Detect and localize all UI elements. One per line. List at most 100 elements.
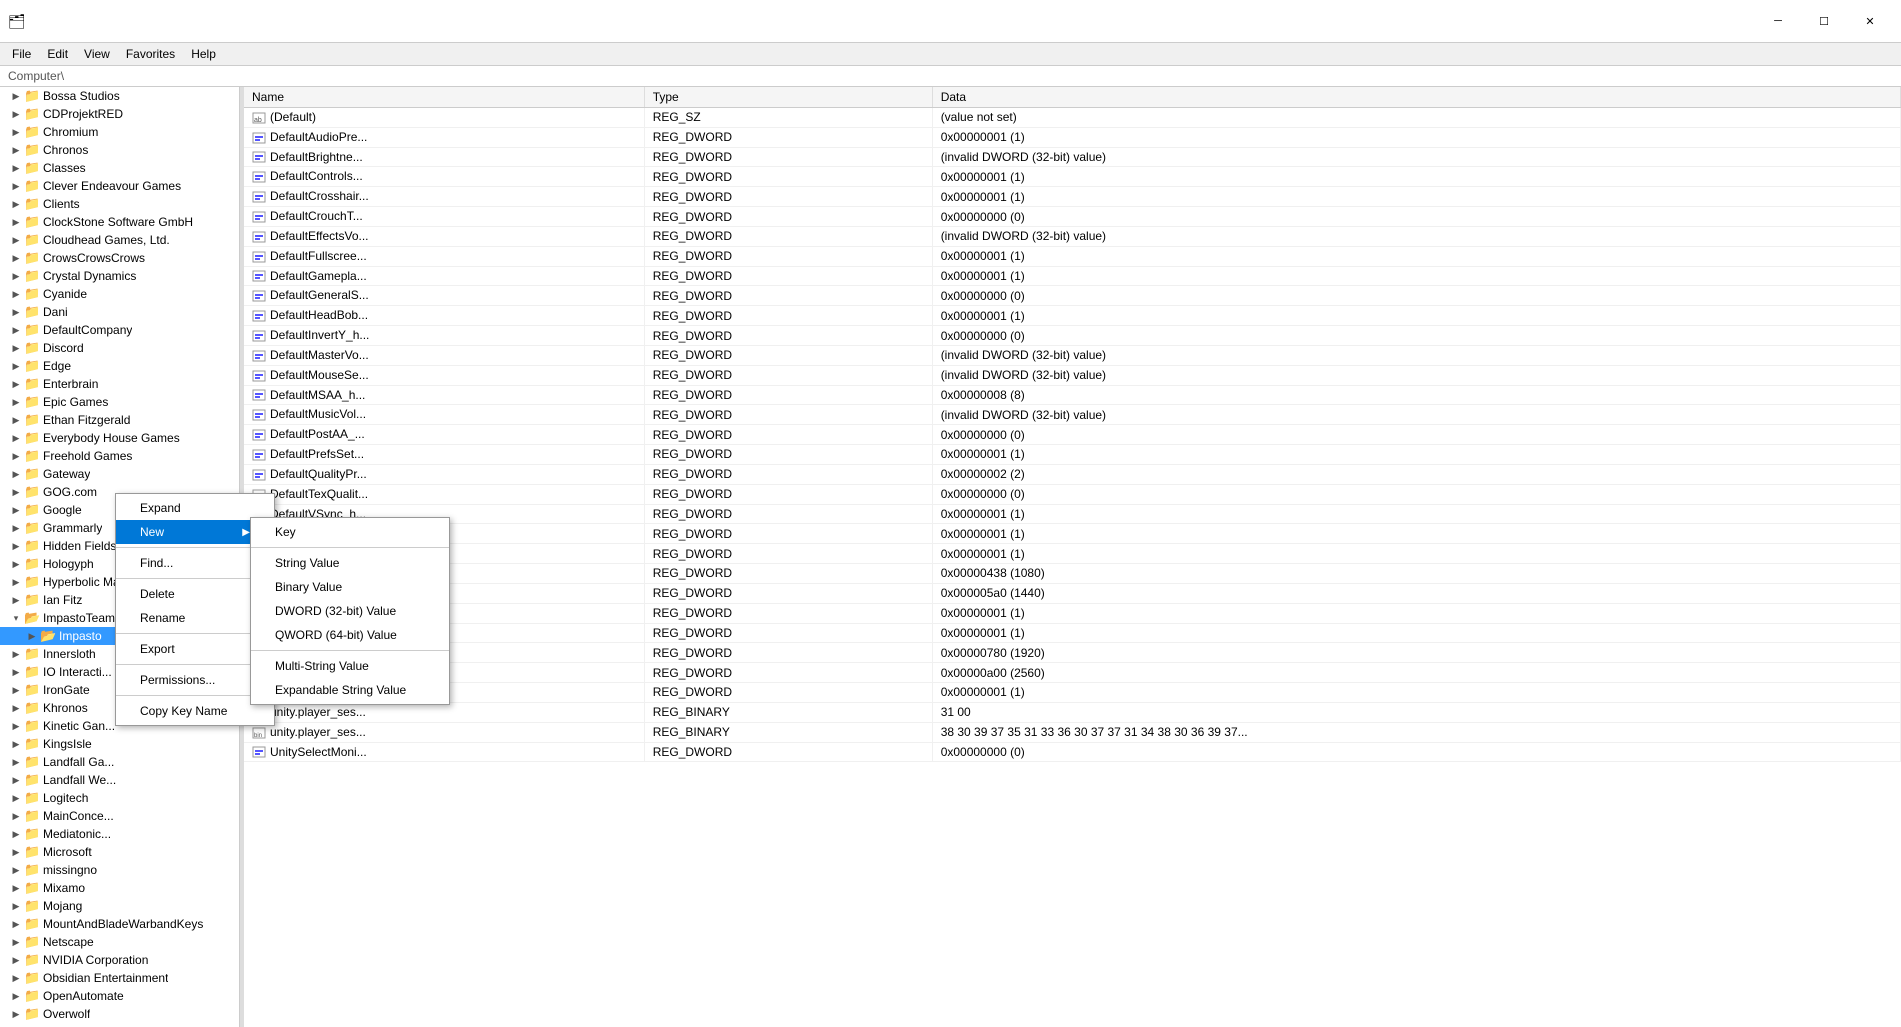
tree-item[interactable]: ▶📁Cyanide [0,285,239,303]
tree-expander[interactable]: ▶ [8,127,24,138]
sub-menu-item[interactable]: Multi-String Value [251,654,449,678]
tree-item[interactable]: ▶📁Edge [0,357,239,375]
tree-expander[interactable]: ▶ [8,829,24,840]
menu-item-help[interactable]: Help [183,43,224,65]
table-row[interactable]: DefaultFullscree...REG_DWORD0x00000001 (… [244,246,1901,266]
tree-expander[interactable]: ▶ [8,955,24,966]
table-row[interactable]: Screenmanager ...REG_DWORD0x00000438 (10… [244,564,1901,584]
tree-item[interactable]: ▶📁Logitech [0,789,239,807]
tree-expander[interactable]: ▶ [8,451,24,462]
tree-expander[interactable]: ▶ [8,433,24,444]
tree-item[interactable]: ▶📁Freehold Games [0,447,239,465]
table-row[interactable]: DefaultMSAA_h...REG_DWORD0x00000008 (8) [244,385,1901,405]
tree-expander[interactable]: ▶ [8,469,24,480]
tree-expander[interactable]: ▶ [8,343,24,354]
tree-expander[interactable]: ▶ [8,1009,24,1020]
tree-item[interactable]: ▶📁Discord [0,339,239,357]
table-row[interactable]: DefaultControls...REG_DWORD0x00000001 (1… [244,167,1901,187]
sub-menu-item[interactable]: String Value [251,551,449,575]
tree-expander[interactable]: ▶ [8,901,24,912]
tree-expander[interactable]: ▶ [8,289,24,300]
table-row[interactable]: Screenmanager ...REG_DWORD0x000005a0 (14… [244,583,1901,603]
sub-menu-item[interactable]: DWORD (32-bit) Value [251,599,449,623]
tree-item[interactable]: ▶📁Microsoft [0,843,239,861]
sub-menu-item[interactable]: Key [251,520,449,544]
tree-expander[interactable]: ▶ [8,559,24,570]
tree-item[interactable]: ▶📁Ethan Fitzgerald [0,411,239,429]
tree-expander[interactable]: ▶ [8,487,24,498]
tree-expander[interactable]: ▶ [8,757,24,768]
table-row[interactable]: DefaultMasterVo...REG_DWORD(invalid DWOR… [244,345,1901,365]
table-row[interactable]: DefaultCrosshair...REG_DWORD0x00000001 (… [244,187,1901,207]
tree-expander[interactable]: ▶ [24,631,40,642]
table-row[interactable]: Screenmanager ...REG_DWORD0x00000001 (1) [244,603,1901,623]
tree-expander[interactable]: ▶ [8,991,24,1002]
table-row[interactable]: Screenmanager ...REG_DWORD0x00000001 (1) [244,524,1901,544]
tree-item[interactable]: ▶📁ClockStone Software GmbH [0,213,239,231]
tree-item[interactable]: ▶📁Bossa Studios [0,87,239,105]
tree-expander[interactable]: ▶ [8,415,24,426]
table-row[interactable]: Screenmanager ...REG_DWORD0x00000001 (1) [244,544,1901,564]
table-row[interactable]: DefaultQualityPr...REG_DWORD0x00000002 (… [244,464,1901,484]
tree-expander[interactable]: ▶ [8,379,24,390]
tree-item[interactable]: ▶📁Mojang [0,897,239,915]
menu-item-view[interactable]: View [76,43,118,65]
tree-item[interactable]: ▶📁Landfall We... [0,771,239,789]
tree-item[interactable]: ▶📁CrowsCrowsCrows [0,249,239,267]
sub-menu-item[interactable]: Binary Value [251,575,449,599]
sub-menu-item[interactable]: Expandable String Value [251,678,449,702]
tree-expander[interactable]: ▶ [8,145,24,156]
tree-expander[interactable]: ▶ [8,307,24,318]
table-row[interactable]: DefaultCrouchT...REG_DWORD0x00000000 (0) [244,207,1901,227]
tree-expander[interactable]: ▶ [8,253,24,264]
table-row[interactable]: DefaultMouseSe...REG_DWORD(invalid DWORD… [244,365,1901,385]
table-row[interactable]: DefaultGeneralS...REG_DWORD0x00000000 (0… [244,286,1901,306]
tree-expander[interactable]: ▶ [8,685,24,696]
tree-expander[interactable]: ▶ [8,865,24,876]
tree-item[interactable]: ▶📁Crystal Dynamics [0,267,239,285]
table-row[interactable]: DefaultGamepla...REG_DWORD0x00000001 (1) [244,266,1901,286]
tree-item[interactable]: ▶📁Overwolf [0,1005,239,1023]
tree-expander[interactable]: ▶ [8,199,24,210]
tree-expander[interactable]: ▶ [8,91,24,102]
tree-expander[interactable]: ▶ [8,883,24,894]
tree-expander[interactable]: ▶ [8,181,24,192]
tree-item[interactable]: ▶📁MountAndBladeWarbandKeys [0,915,239,933]
tree-expander[interactable]: ▶ [8,217,24,228]
tree-expander[interactable]: ▶ [8,523,24,534]
tree-item[interactable]: ▶📁missingno [0,861,239,879]
table-row[interactable]: DefaultMusicVol...REG_DWORD(invalid DWOR… [244,405,1901,425]
tree-expander[interactable]: ▶ [8,649,24,660]
table-row[interactable]: binunity.player_ses...REG_BINARY31 00 [244,702,1901,722]
tree-item[interactable]: ▶📁Chronos [0,141,239,159]
table-row[interactable]: DefaultHeadBob...REG_DWORD0x00000001 (1) [244,306,1901,326]
registry-table-scroll[interactable]: Name Type Data ab(Default)REG_SZ(value n… [244,87,1901,1027]
tree-item[interactable]: ▶📁Landfall Ga... [0,753,239,771]
tree-item[interactable]: ▶📁Everybody House Games [0,429,239,447]
tree-expander[interactable]: ▶ [8,721,24,732]
tree-item[interactable]: ▶📁Chromium [0,123,239,141]
tree-expander[interactable]: ▶ [8,325,24,336]
tree-item[interactable]: ▶📁Cloudhead Games, Ltd. [0,231,239,249]
menu-item-edit[interactable]: Edit [39,43,76,65]
tree-expander[interactable]: ▶ [8,811,24,822]
table-row[interactable]: DefaultPrefsSet...REG_DWORD0x00000001 (1… [244,445,1901,465]
tree-expander[interactable]: ▶ [8,775,24,786]
tree-expander[interactable]: ▶ [8,577,24,588]
table-row[interactable]: DefaultEffectsVo...REG_DWORD(invalid DWO… [244,226,1901,246]
tree-item[interactable]: ▶📁Obsidian Entertainment [0,969,239,987]
tree-item[interactable]: ▶📁OpenAutomate [0,987,239,1005]
tree-expander[interactable]: ▶ [8,235,24,246]
maximize-button[interactable]: ☐ [1801,6,1847,36]
table-row[interactable]: ab(Default)REG_SZ(value not set) [244,108,1901,128]
table-row[interactable]: binunity.player_ses...REG_BINARY38 30 39… [244,722,1901,742]
tree-item[interactable]: ▶📁NVIDIA Corporation [0,951,239,969]
tree-expander[interactable]: ▶ [8,541,24,552]
tree-item[interactable]: ▶📁Classes [0,159,239,177]
tree-item[interactable]: ▶📁Epic Games [0,393,239,411]
tree-expander[interactable]: ▶ [8,793,24,804]
tree-item[interactable]: ▶📁Netscape [0,933,239,951]
tree-item[interactable]: ▶📁Enterbrain [0,375,239,393]
tree-item[interactable]: ▶📁Clients [0,195,239,213]
table-row[interactable]: DefaultTexQualit...REG_DWORD0x00000000 (… [244,484,1901,504]
